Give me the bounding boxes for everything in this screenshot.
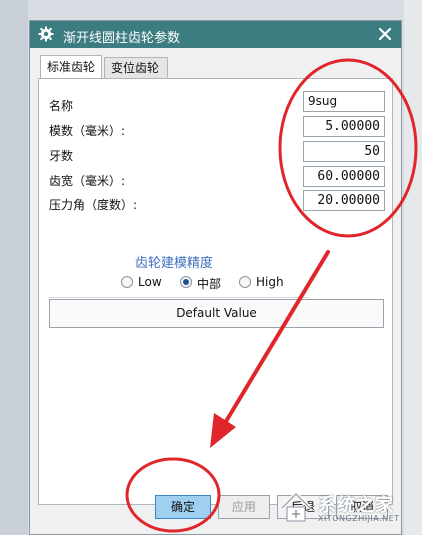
watermark: 系统之家 XITONGZHIJIA.NET	[258, 488, 418, 528]
ok-button[interactable]: 确定	[155, 495, 211, 519]
background-left-strip	[0, 0, 28, 535]
teeth-label: 牙数	[49, 149, 74, 163]
gear-parameters-dialog: 渐开线圆柱齿轮参数 标准齿轮 变位齿轮 名称 9sug 模数（毫米）: 5.00…	[29, 20, 402, 535]
background-right-strip	[404, 0, 422, 535]
name-input[interactable]: 9sug	[303, 91, 385, 112]
parameters-panel: 名称 9sug 模数（毫米）: 5.00000 牙数 50 齿宽（毫米）: 60…	[38, 78, 393, 505]
pressure-angle-input[interactable]: 20.00000	[303, 190, 385, 211]
precision-medium-label: 中部	[197, 277, 222, 291]
dialog-titlebar: 渐开线圆柱齿轮参数	[30, 21, 401, 48]
watermark-logo-icon	[280, 491, 312, 522]
precision-low-label: Low	[138, 275, 162, 289]
gear-icon	[38, 26, 54, 42]
module-input[interactable]: 5.00000	[303, 116, 385, 137]
precision-high-label: High	[256, 275, 284, 289]
precision-high-radio[interactable]	[239, 276, 251, 288]
tab-shifted-gear[interactable]: 变位齿轮	[104, 57, 168, 79]
module-label: 模数（毫米）:	[49, 124, 126, 138]
name-label: 名称	[49, 99, 74, 113]
precision-group-divider	[49, 297, 309, 298]
precision-low-radio[interactable]	[121, 276, 133, 288]
face-width-input[interactable]: 60.00000	[303, 166, 385, 187]
precision-medium-radio[interactable]	[180, 276, 192, 288]
face-width-label: 齿宽（毫米）:	[49, 174, 126, 188]
watermark-subtitle: XITONGZHIJIA.NET	[318, 514, 400, 523]
default-value-button[interactable]: Default Value	[49, 299, 384, 328]
close-icon[interactable]	[377, 26, 393, 42]
tab-standard-gear[interactable]: 标准齿轮	[40, 55, 102, 80]
teeth-input[interactable]: 50	[303, 141, 385, 162]
pressure-angle-label: 压力角（度数）:	[49, 198, 138, 212]
precision-group-title: 齿轮建模精度	[135, 256, 214, 271]
dialog-title: 渐开线圆柱齿轮参数	[63, 31, 181, 46]
